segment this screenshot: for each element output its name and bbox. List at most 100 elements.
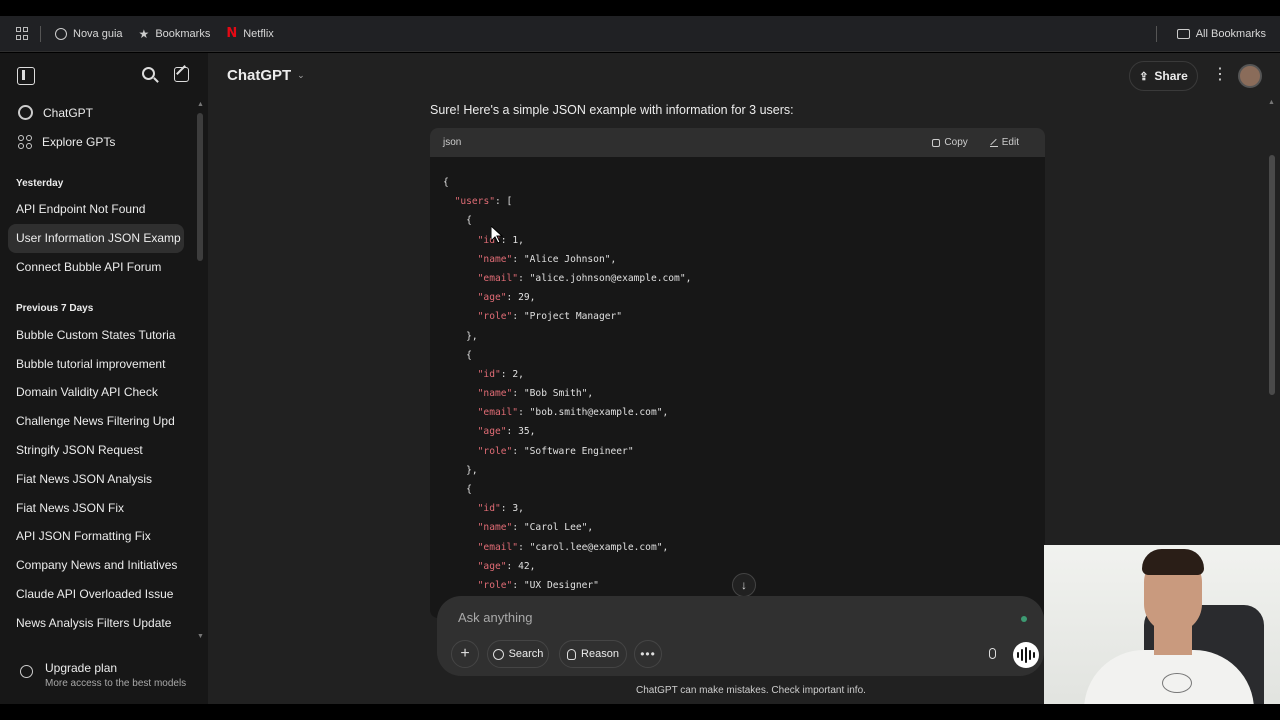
history-item[interactable]: Fiat News JSON Fix [0, 493, 184, 522]
attach-button[interactable]: + [451, 640, 479, 668]
globe-icon [492, 648, 504, 660]
code-line: "email": "carol.lee@example.com", [477, 541, 669, 553]
code-line: "email": "alice.johnson@example.com", [477, 272, 692, 284]
window-bottom-bar [0, 704, 1280, 720]
voice-mode-button[interactable] [1013, 642, 1039, 668]
history-item[interactable]: API Endpoint Not Found [0, 195, 184, 224]
upgrade-plan-button[interactable]: Upgrade plan More access to the best mod… [0, 655, 208, 695]
search-toggle-button[interactable]: Search [487, 640, 549, 668]
chat-header: ChatGPT ⌄ ⇪ Share ⋮ [208, 53, 1280, 98]
history-item[interactable]: Bubble tutorial improvement [0, 349, 184, 378]
code-line: "age": 35, [477, 426, 536, 438]
more-options-icon[interactable]: ⋮ [1212, 65, 1228, 85]
history-item[interactable]: Connect Bubble API Forum [0, 253, 184, 282]
history-item[interactable]: Domain Validity API Check [0, 378, 184, 407]
bookmark-label: Bookmarks [155, 27, 211, 40]
code-line: "id": 2, [477, 368, 524, 380]
share-label: Share [1154, 69, 1188, 83]
lightbulb-icon [567, 648, 577, 660]
chevron-down-icon: ⌄ [297, 70, 305, 80]
code-line: { [443, 349, 472, 361]
divider [1155, 25, 1157, 42]
history-section-title: Previous 7 Days [16, 303, 94, 315]
history-item-active[interactable]: User Information JSON Examp [8, 223, 184, 253]
upgrade-subtitle: More access to the best models [45, 678, 187, 689]
code-line: { [443, 484, 472, 495]
status-dot-icon [1021, 616, 1027, 622]
scroll-up-arrow-icon[interactable]: ▲ [197, 101, 204, 108]
sidebar-item-chatgpt[interactable]: ChatGPT [0, 98, 208, 127]
code-line: "name": "Carol Lee", [477, 522, 594, 534]
upgrade-title: Upgrade plan [45, 661, 118, 675]
netflix-icon: N [226, 26, 238, 41]
window-top-bar [0, 0, 1280, 16]
reason-toggle-button[interactable]: Reason [559, 640, 627, 668]
reason-label: Reason [581, 648, 619, 660]
history-item[interactable]: Fiat News JSON Analysis [0, 464, 184, 493]
code-line: }, [443, 330, 478, 342]
code-line: }, [443, 464, 478, 476]
code-block-header: json Copy Edit [430, 128, 1045, 157]
history-item[interactable]: Bubble Custom States Tutoria [0, 320, 184, 349]
copy-button[interactable]: Copy [932, 137, 968, 148]
share-icon: ⇪ [1139, 70, 1149, 83]
search-label: Search [508, 648, 544, 660]
history-item[interactable]: Challenge News Filtering Upd [0, 407, 184, 436]
chatgpt-logo-icon [18, 105, 33, 120]
edit-button[interactable]: Edit [989, 137, 1019, 148]
bookmark-nova-guia[interactable]: Nova guia [55, 27, 123, 40]
sidebar-item-explore-gpts[interactable]: Explore GPTs [0, 127, 208, 156]
webcam-overlay [1044, 545, 1280, 711]
scroll-up-arrow-icon[interactable]: ▲ [1268, 99, 1275, 106]
sidebar-scrollbar[interactable] [197, 113, 203, 261]
history-item[interactable]: News Analysis Filters Update [0, 608, 184, 637]
scroll-to-bottom-button[interactable]: ↓ [732, 573, 756, 597]
model-selector[interactable]: ChatGPT ⌄ [227, 67, 305, 84]
code-line: { [443, 215, 472, 227]
folder-icon [1176, 28, 1190, 39]
code-block: json Copy Edit { "users": [ { "id": 1, "… [430, 128, 1045, 618]
avatar[interactable] [1238, 64, 1262, 88]
code-line: "id": 3, [477, 503, 524, 515]
more-tools-button[interactable]: ••• [634, 640, 662, 668]
code-content: { "users": [ { "id": 1, "name": "Alice J… [430, 157, 1045, 595]
search-icon[interactable] [142, 67, 160, 85]
history-item[interactable]: API JSON Formatting Fix [0, 522, 184, 551]
apps-grid-icon[interactable] [16, 26, 30, 41]
prompt-input[interactable]: Ask anything [458, 610, 532, 625]
composer: Ask anything + Search Reason ••• [437, 596, 1044, 676]
new-chat-icon[interactable] [174, 67, 189, 82]
globe-icon [55, 27, 67, 40]
code-line: "email": "bob.smith@example.com", [477, 407, 669, 419]
code-line: "users": [ [454, 196, 513, 208]
history-item[interactable]: Company News and Initiatives [0, 551, 184, 580]
microphone-icon[interactable] [989, 648, 996, 659]
share-button[interactable]: ⇪ Share [1129, 61, 1198, 91]
all-bookmarks-link[interactable]: All Bookmarks [1196, 28, 1266, 40]
bookmark-bookmarks[interactable]: ★ Bookmarks [139, 27, 211, 41]
sidebar: ChatGPT Explore GPTs Yesterday API Endpo… [0, 53, 208, 704]
code-line: "role": "Project Manager" [477, 311, 623, 323]
scroll-down-arrow-icon[interactable]: ▼ [197, 633, 204, 640]
bookmark-netflix[interactable]: N Netflix [226, 26, 273, 41]
history-item[interactable]: Stringify JSON Request [0, 436, 184, 465]
mouse-cursor-icon [490, 224, 504, 249]
chat-scrollbar[interactable] [1269, 155, 1275, 395]
bookmarks-bar: Nova guia ★ Bookmarks N Netflix All Book… [0, 16, 1280, 52]
code-line: { [443, 177, 449, 188]
sidebar-item-label: ChatGPT [43, 105, 94, 120]
bookmark-label: Nova guia [73, 27, 123, 40]
history-item[interactable]: Claude API Overloaded Issue [0, 580, 184, 609]
bookmark-label: Netflix [243, 27, 274, 40]
sidebar-toggle-icon[interactable] [17, 67, 35, 85]
sidebar-item-label: Explore GPTs [42, 134, 116, 149]
code-line: "age": 29, [477, 292, 536, 304]
code-line: "name": "Alice Johnson", [477, 253, 617, 265]
code-line: "name": "Bob Smith", [477, 388, 594, 400]
assistant-message-text: Sure! Here's a simple JSON example with … [430, 103, 794, 117]
edit-label: Edit [1001, 137, 1019, 148]
explore-grid-icon [18, 134, 32, 149]
upgrade-icon [20, 665, 33, 678]
star-icon: ★ [138, 26, 150, 41]
code-language: json [443, 137, 462, 148]
